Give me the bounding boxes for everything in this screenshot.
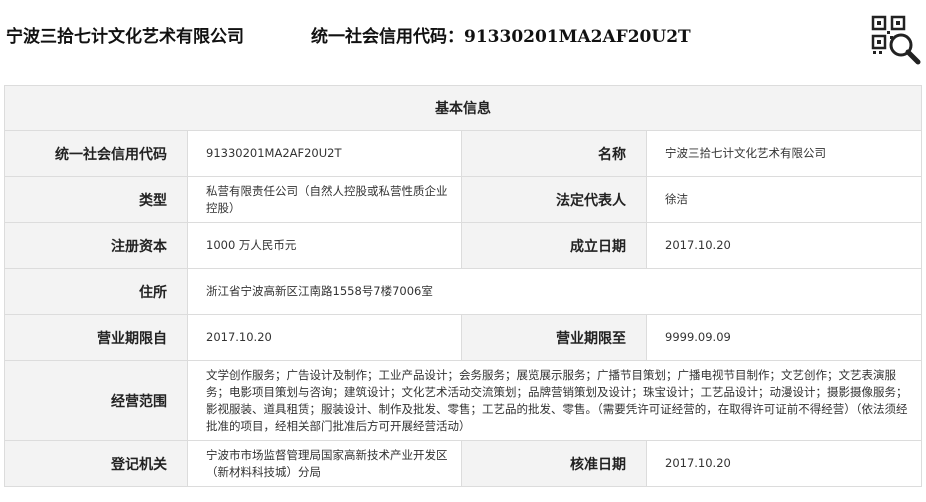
established-label: 成立日期 (461, 222, 647, 269)
table-title: 基本信息 (4, 85, 922, 131)
name-label: 名称 (461, 130, 647, 177)
company-name: 宁波三拾七计文化艺术有限公司 (6, 27, 244, 47)
address-value: 浙江省宁波高新区江南路1558号7楼7006室 (187, 268, 922, 315)
address-label: 住所 (4, 268, 188, 315)
established-value: 2017.10.20 (646, 222, 922, 269)
capital-label: 注册资本 (4, 222, 188, 269)
name-value: 宁波三拾七计文化艺术有限公司 (646, 130, 922, 177)
term-from-label: 营业期限自 (4, 314, 188, 361)
credit-code-value: 91330201MA2AF20U2T (187, 130, 462, 177)
qr-search-icon[interactable] (870, 14, 922, 66)
approval-value: 2017.10.20 (646, 440, 922, 487)
type-label: 类型 (4, 176, 188, 223)
header: 宁波三拾七计文化艺术有限公司 统一社会信用代码：91330201MA2AF20U… (0, 0, 926, 70)
term-to-value: 9999.09.09 (646, 314, 922, 361)
authority-value: 宁波市市场监督管理局国家高新技术产业开发区（新材料科技城）分局 (187, 440, 462, 487)
scope-label: 经营范围 (4, 360, 188, 441)
legal-rep-value: 徐洁 (646, 176, 922, 223)
credit-code-label: 统一社会信用代码 (4, 130, 188, 177)
authority-label: 登记机关 (4, 440, 188, 487)
term-to-label: 营业期限至 (461, 314, 647, 361)
term-from-value: 2017.10.20 (187, 314, 462, 361)
legal-rep-label: 法定代表人 (461, 176, 647, 223)
capital-value: 1000 万人民币元 (187, 222, 462, 269)
approval-label: 核准日期 (461, 440, 647, 487)
scope-value: 文学创作服务；广告设计及制作；工业产品设计；会务服务；展览展示服务；广播节目策划… (187, 360, 922, 441)
credit-code-heading: 统一社会信用代码：91330201MA2AF20U2T (311, 27, 691, 47)
type-value: 私营有限责任公司（自然人控股或私营性质企业控股） (187, 176, 462, 223)
basic-info-table: 基本信息 统一社会信用代码 91330201MA2AF20U2T 名称 宁波三拾… (4, 85, 922, 487)
